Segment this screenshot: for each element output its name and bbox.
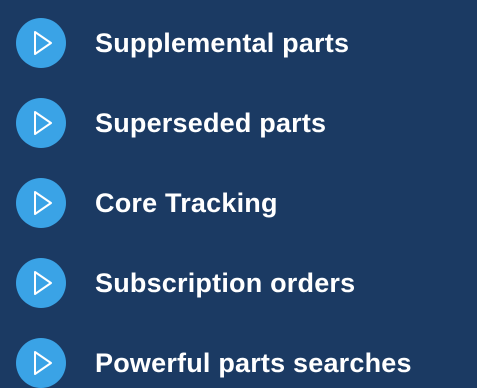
play-triangle-icon	[16, 178, 66, 228]
list-item: Core Tracking	[0, 178, 477, 228]
feature-list: Supplemental parts Superseded parts Core…	[0, 0, 477, 388]
play-triangle-icon	[16, 18, 66, 68]
list-item-label: Core Tracking	[95, 188, 278, 218]
list-item: Supplemental parts	[0, 18, 477, 68]
play-triangle-icon	[16, 98, 66, 148]
list-item-label: Subscription orders	[95, 268, 356, 298]
list-item-label: Superseded parts	[95, 108, 327, 138]
list-item: Superseded parts	[0, 98, 477, 148]
list-item-label: Supplemental parts	[95, 28, 350, 58]
list-item: Subscription orders	[0, 258, 477, 308]
play-triangle-icon	[16, 258, 66, 308]
